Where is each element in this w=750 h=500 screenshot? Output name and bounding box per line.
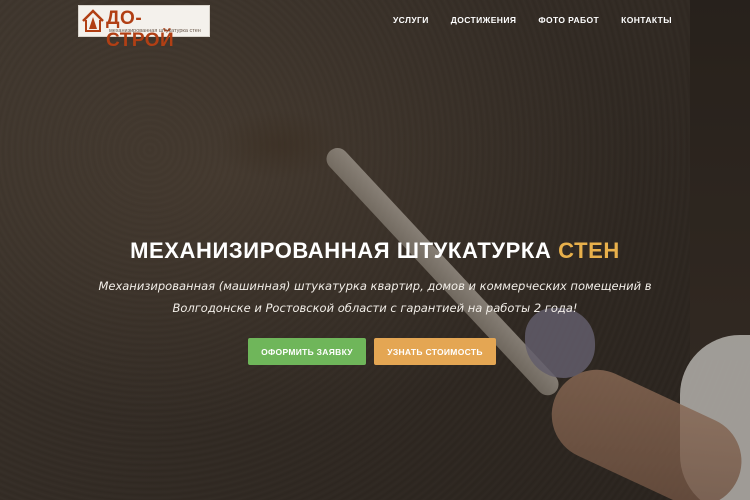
nav-item-contacts[interactable]: КОНТАКТЫ [621,15,672,25]
hero-title: МЕХАНИЗИРОВАННАЯ ШТУКАТУРКА СТЕН [0,238,750,264]
hero-subtitle: Механизированная (машинная) штукатурка к… [98,279,652,315]
nav-item-achievements[interactable]: ДОСТИЖЕНИЯ [451,15,517,25]
get-price-button[interactable]: УЗНАТЬ СТОИМОСТЬ [374,338,496,365]
hero-title-accent: СТЕН [558,238,620,263]
main-nav: УСЛУГИ ДОСТИЖЕНИЯ ФОТО РАБОТ КОНТАКТЫ [393,15,672,25]
nav-item-photos[interactable]: ФОТО РАБОТ [538,15,599,25]
hero-title-main: МЕХАНИЗИРОВАННАЯ ШТУКАТУРКА [130,238,552,263]
logo-subtitle: механизированная штукатурка стен [109,28,201,34]
nav-item-services[interactable]: УСЛУГИ [393,15,429,25]
order-request-button[interactable]: ОФОРМИТЬ ЗАЯВКУ [248,338,366,365]
house-icon [82,9,104,32]
site-logo[interactable]: ДО-СТРОЙ механизированная штукатурка сте… [78,5,210,51]
